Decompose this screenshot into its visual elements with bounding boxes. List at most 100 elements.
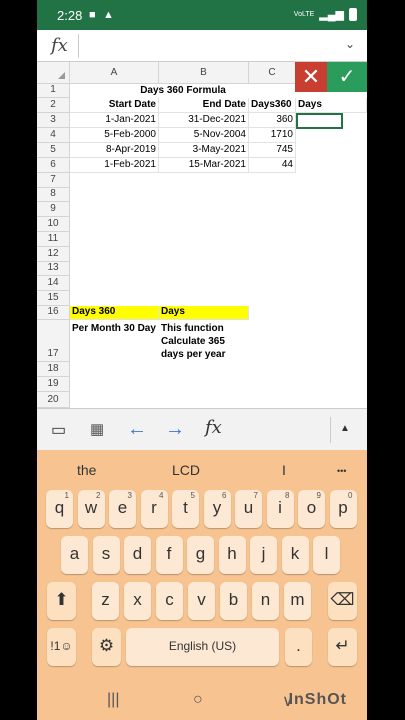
key-f[interactable]: f <box>155 536 183 574</box>
key-e[interactable]: 3e <box>109 490 136 528</box>
key-o[interactable]: 9o <box>298 490 325 528</box>
key-k[interactable]: k <box>281 536 309 574</box>
cell-b2[interactable]: End Date <box>159 98 249 113</box>
select-all-corner[interactable] <box>37 62 70 84</box>
key-y[interactable]: 6y <box>203 490 231 528</box>
spreadsheet-grid[interactable]: A B C 1 2 3 4 5 6 7 8 9 10 11 12 13 14 15 16 17 18 19 20 Da… <box>37 62 367 408</box>
home-button[interactable]: ○ <box>193 691 203 709</box>
cell-c4[interactable]: 1710 <box>249 128 296 143</box>
cell-b3[interactable]: 31-Dec-2021 <box>159 113 249 128</box>
cell-d2[interactable]: Days <box>296 98 367 113</box>
expand-up-icon[interactable]: ▲ <box>340 423 350 434</box>
suggestion-1[interactable]: the <box>77 462 96 478</box>
key-h[interactable]: h <box>218 536 246 574</box>
key-c[interactable]: c <box>156 582 183 620</box>
space-key[interactable]: English (US) <box>126 628 279 666</box>
cell-a4[interactable]: 5-Feb-2000 <box>70 128 159 143</box>
key-j[interactable]: j <box>250 536 277 574</box>
arrow-right-icon[interactable]: → <box>165 418 185 441</box>
symbols-key[interactable]: !1☺ <box>47 628 76 666</box>
cell-b17[interactable]: This function Calculate 365 days per yea… <box>161 322 249 361</box>
key-q[interactable]: 1q <box>46 490 73 528</box>
key-r[interactable]: 4r <box>140 490 168 528</box>
cell-c5[interactable]: 745 <box>249 143 296 158</box>
row-header-14[interactable]: 14 <box>37 276 70 291</box>
row-header-4[interactable]: 4 <box>37 128 70 143</box>
cell-b4[interactable]: 5-Nov-2004 <box>159 128 249 143</box>
recent-apps-button[interactable]: ||| <box>107 691 119 709</box>
suggestion-3[interactable]: I <box>282 462 286 478</box>
row-header-7[interactable]: 7 <box>37 173 70 188</box>
cell-a3[interactable]: 1-Jan-2021 <box>70 113 159 128</box>
row-header-17[interactable]: 17 <box>37 320 70 362</box>
row-header-18[interactable]: 18 <box>37 362 70 377</box>
key-l[interactable]: l <box>313 536 340 574</box>
key-b[interactable]: b <box>220 582 247 620</box>
row-header-9[interactable]: 9 <box>37 202 70 217</box>
cell-b5[interactable]: 3-May-2021 <box>159 143 249 158</box>
row-header-1[interactable]: 1 <box>37 84 70 98</box>
row-header-6[interactable]: 6 <box>37 158 70 173</box>
period-key[interactable]: . <box>285 628 312 666</box>
more-suggestions-icon[interactable]: ••• <box>337 466 346 476</box>
suggestion-2[interactable]: LCD <box>172 462 200 478</box>
battery-icon <box>349 8 357 21</box>
key-m[interactable]: m <box>284 582 311 620</box>
cell-b16[interactable]: Days <box>159 306 249 320</box>
gear-icon: ⚙ <box>98 636 115 655</box>
key-u[interactable]: 7u <box>235 490 262 528</box>
row-header-5[interactable]: 5 <box>37 143 70 158</box>
key-t[interactable]: 5t <box>172 490 199 528</box>
column-header-a[interactable]: A <box>70 62 159 84</box>
row-header-15[interactable]: 15 <box>37 291 70 306</box>
settings-key[interactable]: ⚙ <box>92 628 121 666</box>
key-g[interactable]: g <box>187 536 214 574</box>
keyboard-toggle-icon[interactable]: ▭ <box>51 420 66 440</box>
numpad-icon[interactable]: ▦ <box>90 420 104 438</box>
cell-a6[interactable]: 1-Feb-2021 <box>70 158 159 173</box>
key-n[interactable]: n <box>252 582 279 620</box>
key-a[interactable]: a <box>61 536 88 574</box>
enter-key[interactable]: ↵ <box>328 628 357 666</box>
chevron-down-icon[interactable]: ⌄ <box>345 37 355 51</box>
sheet-title[interactable]: Days 360 Formula <box>70 84 296 98</box>
cell-a2[interactable]: Start Date <box>70 98 159 113</box>
row-header-11[interactable]: 11 <box>37 232 70 247</box>
column-header-b[interactable]: B <box>159 62 249 84</box>
column-header-c[interactable]: C <box>249 62 296 84</box>
row-header-2[interactable]: 2 <box>37 98 70 113</box>
key-z[interactable]: z <box>92 582 119 620</box>
status-time: 2:28 <box>57 8 83 23</box>
row-header-8[interactable]: 8 <box>37 188 70 202</box>
row-header-19[interactable]: 19 <box>37 377 70 392</box>
status-bar: 2:28 ■ ▲ VoLTE ▂▄▆ <box>37 0 367 30</box>
cell-a17[interactable]: Per Month 30 Day <box>72 322 160 335</box>
cell-a5[interactable]: 8-Apr-2019 <box>70 143 159 158</box>
key-p[interactable]: 0p <box>329 490 357 528</box>
key-i[interactable]: 8i <box>266 490 294 528</box>
backspace-key[interactable]: ⌫ <box>328 582 357 620</box>
arrow-left-icon[interactable]: ← <box>127 418 147 441</box>
row-header-12[interactable]: 12 <box>37 247 70 262</box>
key-d[interactable]: d <box>124 536 151 574</box>
cell-c3[interactable]: 360 <box>249 113 296 128</box>
key-s[interactable]: s <box>92 536 120 574</box>
insert-function-icon[interactable]: fx <box>205 417 222 438</box>
cell-c6[interactable]: 44 <box>249 158 296 173</box>
key-v[interactable]: v <box>188 582 215 620</box>
row-header-16[interactable]: 16 <box>37 306 70 320</box>
cell-b6[interactable]: 15-Mar-2021 <box>159 158 249 173</box>
confirm-edit-button[interactable]: ✓ <box>327 62 367 92</box>
cell-a16[interactable]: Days 360 <box>70 306 159 320</box>
row-header-3[interactable]: 3 <box>37 113 70 128</box>
cancel-edit-button[interactable]: ✕ <box>295 62 327 92</box>
cell-c2[interactable]: Days360 <box>249 98 296 113</box>
key-w[interactable]: 2w <box>77 490 105 528</box>
key-x[interactable]: x <box>124 582 151 620</box>
active-cell-d3[interactable] <box>296 113 343 129</box>
row-header-20[interactable]: 20 <box>37 392 70 408</box>
row-header-10[interactable]: 10 <box>37 217 70 232</box>
shift-key[interactable]: ⬆ <box>47 582 76 620</box>
row-header-13[interactable]: 13 <box>37 262 70 276</box>
fx-icon[interactable]: fx <box>51 35 68 56</box>
